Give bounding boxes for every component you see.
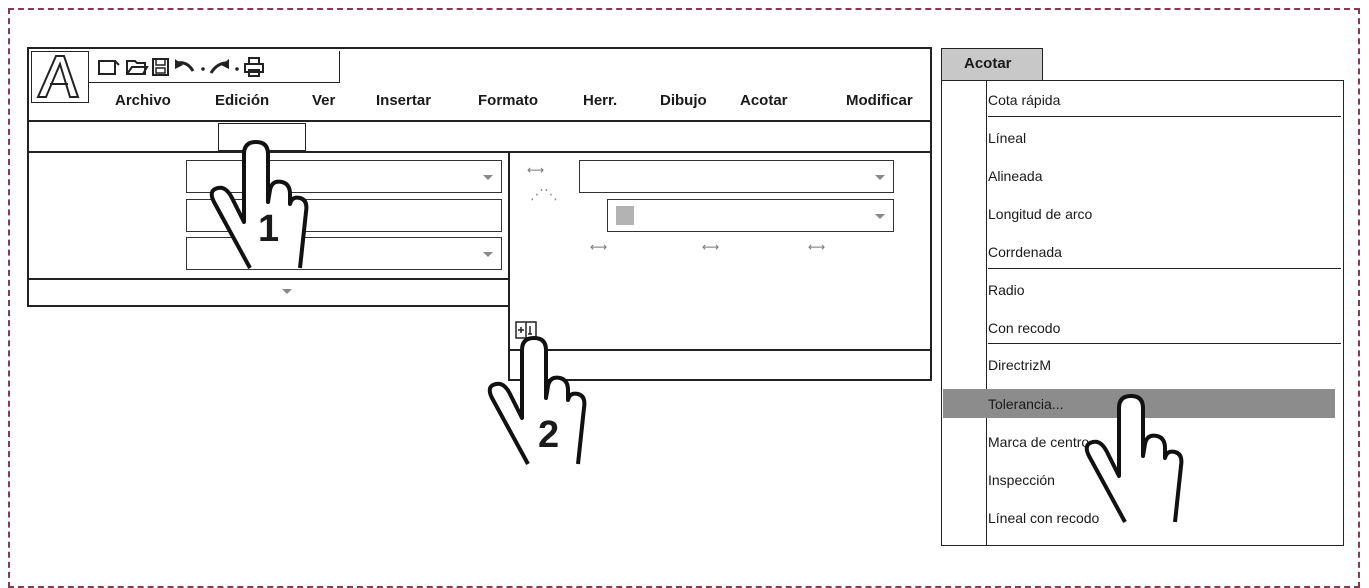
right-combo-1[interactable]: [579, 160, 894, 193]
menu-separator: [988, 116, 1341, 117]
right-color-combo[interactable]: [607, 199, 894, 232]
menu-item-lineal[interactable]: Líneal: [988, 130, 1026, 146]
left-panel-expand-arrow[interactable]: [282, 289, 292, 294]
menu-item-longitud-de-arco[interactable]: Longitud de arco: [988, 206, 1092, 222]
menu-item-directrizm[interactable]: DirectrizM: [988, 357, 1051, 373]
menu-acotar[interactable]: Acotar: [740, 92, 788, 109]
dimension-arrow-3: ⟷: [808, 240, 826, 254]
logo-a-icon: [36, 55, 80, 98]
undo-icon[interactable]: [175, 59, 205, 72]
acotar-tab-label: Acotar: [964, 55, 1012, 72]
sparkle-icon: ⋰⋱: [530, 186, 558, 202]
menu-separator: [988, 268, 1341, 269]
menu-item-coordenada[interactable]: Corrdenada: [988, 244, 1062, 260]
menu-insertar[interactable]: Insertar: [376, 92, 431, 109]
menu-item-tolerancia[interactable]: Tolerancia...: [988, 396, 1063, 412]
step-number-2: 2: [538, 414, 560, 456]
menu-herr[interactable]: Herr.: [583, 92, 617, 109]
menu-modificar[interactable]: Modificar: [846, 92, 913, 109]
menu-ver[interactable]: Ver: [312, 92, 335, 109]
app-logo[interactable]: [31, 51, 89, 103]
new-file-icon[interactable]: [98, 60, 120, 75]
menu-item-inspeccion[interactable]: Inspección: [988, 472, 1055, 488]
dimension-line-icon: ⟷: [527, 163, 545, 177]
acotar-tab[interactable]: Acotar: [941, 48, 1043, 81]
ribbon-tab-row: [27, 120, 932, 153]
menu-item-alineada[interactable]: Alineada: [988, 168, 1043, 184]
pointing-hand-icon-3: [1084, 394, 1184, 523]
menu-formato[interactable]: Formato: [478, 92, 538, 109]
dimension-arrow-1: ⟷: [590, 240, 608, 254]
quick-access-toolbar: [88, 51, 340, 83]
left-panel-divider: [27, 278, 510, 280]
save-icon[interactable]: [152, 58, 169, 76]
menu-edicion[interactable]: Edición: [215, 92, 269, 109]
menu-item-radio[interactable]: Radio: [988, 282, 1025, 298]
dropdown-icon-gutter-line: [986, 81, 987, 545]
dimension-arrow-2: ⟷: [702, 240, 720, 254]
menu-item-con-recodo[interactable]: Con recodo: [988, 320, 1060, 336]
redo-icon[interactable]: [209, 59, 239, 74]
print-icon[interactable]: [244, 57, 264, 77]
menu-separator: [988, 343, 1341, 344]
menu-dibujo[interactable]: Dibujo: [660, 92, 707, 109]
color-swatch: [616, 206, 634, 225]
step-number-1: 1: [258, 208, 280, 250]
menu-item-marca-de-centro[interactable]: Marca de centro: [988, 434, 1089, 450]
open-folder-icon[interactable]: [126, 60, 149, 75]
menu-item-cota-rapida[interactable]: Cota rápida: [988, 92, 1060, 108]
menu-archivo[interactable]: Archivo: [115, 92, 171, 109]
